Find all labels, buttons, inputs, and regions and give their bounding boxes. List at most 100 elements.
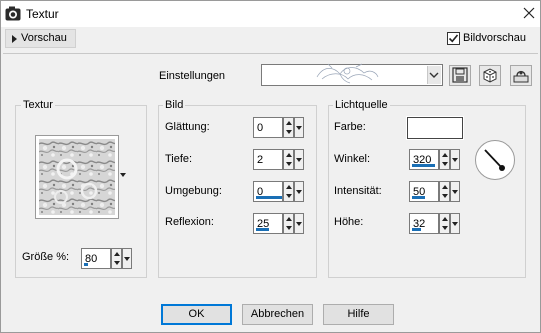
window-title: Textur — [26, 7, 59, 21]
ambience-dropdown-button[interactable] — [294, 181, 304, 202]
texture-group-label: Textur — [21, 99, 55, 111]
angle-dial[interactable] — [475, 140, 515, 180]
texture-dropdown-arrow-icon[interactable] — [120, 173, 126, 177]
spin-up-icon — [286, 121, 292, 125]
size-dropdown-button[interactable] — [122, 248, 132, 269]
spin-down-icon — [286, 226, 292, 230]
expand-arrow-icon — [12, 35, 17, 43]
ok-button[interactable]: OK — [161, 304, 232, 325]
smoothing-dropdown-button[interactable] — [294, 117, 304, 138]
smoothing-spinner[interactable] — [283, 117, 294, 138]
close-button[interactable] — [520, 3, 538, 23]
chevron-down-icon — [452, 222, 458, 226]
light-field-label: Winkel: — [334, 153, 371, 165]
chevron-down-icon — [429, 72, 439, 78]
depth-spinner[interactable] — [283, 149, 294, 170]
reflection-dropdown-button[interactable] — [294, 213, 304, 234]
random-button[interactable] — [479, 65, 501, 86]
size-label: Größe %: — [22, 251, 70, 263]
spin-up-icon — [286, 153, 292, 157]
intensity-input[interactable]: 50 — [409, 181, 439, 202]
cancel-button[interactable]: Abbrechen — [242, 304, 313, 325]
preview-toggle-button[interactable]: Vorschau — [5, 29, 76, 48]
checkmark-icon — [448, 34, 459, 43]
image-field-label: Glättung: — [165, 121, 210, 133]
reflection-input[interactable]: 25 — [253, 213, 283, 234]
image-field-label: Tiefe: — [165, 153, 193, 165]
reflection-level-bar — [256, 228, 269, 231]
ambience-spinner[interactable] — [283, 181, 294, 202]
chevron-down-icon — [124, 257, 130, 261]
close-icon — [523, 7, 535, 19]
chevron-down-icon — [296, 158, 302, 162]
smoothing-input[interactable]: 0 — [253, 117, 283, 138]
height-input[interactable]: 32 — [409, 213, 439, 234]
ambience-level-bar — [256, 196, 282, 199]
texture-preview-image — [39, 139, 115, 215]
spin-up-icon — [114, 252, 120, 256]
camera-icon — [5, 6, 21, 21]
texture-swatch[interactable] — [35, 135, 119, 219]
save-preset-button[interactable] — [449, 65, 471, 86]
spin-down-icon — [114, 261, 120, 265]
chevron-down-icon — [452, 158, 458, 162]
reset-preset-icon — [513, 70, 529, 83]
size-level-bar — [84, 263, 88, 266]
spin-down-icon — [442, 226, 448, 230]
bildvorschau-label: Bildvorschau — [463, 32, 526, 44]
chevron-down-icon — [296, 190, 302, 194]
angle-dropdown-button[interactable] — [450, 149, 460, 170]
bildvorschau-checkbox[interactable] — [447, 32, 460, 45]
reset-preset-button[interactable] — [510, 65, 532, 86]
depth-value: 2 — [257, 154, 264, 166]
preset-dropdown-button[interactable] — [427, 66, 441, 84]
smoothing-value: 0 — [257, 122, 264, 134]
spin-up-icon — [286, 185, 292, 189]
spin-down-icon — [286, 130, 292, 134]
angle-input[interactable]: 320 — [409, 149, 439, 170]
preset-combobox[interactable] — [261, 63, 443, 86]
help-button[interactable]: Hilfe — [323, 304, 394, 325]
spin-up-icon — [442, 217, 448, 221]
intensity-spinner[interactable] — [439, 181, 450, 202]
dice-icon — [483, 68, 497, 83]
light-group-label: Lichtquelle — [333, 99, 390, 111]
angle-level-bar — [412, 164, 435, 167]
watermark-logo-icon — [316, 63, 379, 84]
title-bar: Textur — [1, 1, 540, 27]
spin-down-icon — [442, 194, 448, 198]
reflection-spinner[interactable] — [283, 213, 294, 234]
chevron-down-icon — [452, 190, 458, 194]
spin-up-icon — [442, 153, 448, 157]
size-spinner[interactable] — [111, 248, 122, 269]
chevron-down-icon — [296, 222, 302, 226]
spin-down-icon — [286, 194, 292, 198]
height-spinner[interactable] — [439, 213, 450, 234]
light-color-label: Farbe: — [334, 121, 366, 133]
texture-dialog: Textur Vorschau Bildvorschau Einstellung… — [0, 0, 541, 333]
image-field-label: Reflexion: — [165, 216, 214, 228]
depth-input[interactable]: 2 — [253, 149, 283, 170]
image-field-label: Umgebung: — [165, 185, 222, 197]
height-dropdown-button[interactable] — [450, 213, 460, 234]
settings-label: Einstellungen — [159, 70, 226, 82]
spin-down-icon — [286, 162, 292, 166]
height-level-bar — [412, 228, 421, 231]
light-field-label: Intensität: — [334, 185, 382, 197]
separator — [3, 53, 538, 54]
spin-up-icon — [442, 185, 448, 189]
light-color-swatch[interactable] — [406, 116, 464, 140]
chevron-down-icon — [296, 126, 302, 130]
angle-spinner[interactable] — [439, 149, 450, 170]
spin-down-icon — [442, 162, 448, 166]
depth-dropdown-button[interactable] — [294, 149, 304, 170]
intensity-level-bar — [412, 196, 425, 199]
light-field-label: Höhe: — [334, 216, 364, 228]
image-group-label: Bild — [163, 99, 186, 111]
ambience-input[interactable]: 0 — [253, 181, 283, 202]
angle-needle-icon — [484, 149, 505, 171]
size-input[interactable]: 80 — [81, 248, 111, 269]
preview-label: Vorschau — [21, 32, 67, 44]
intensity-dropdown-button[interactable] — [450, 181, 460, 202]
spin-up-icon — [286, 217, 292, 221]
